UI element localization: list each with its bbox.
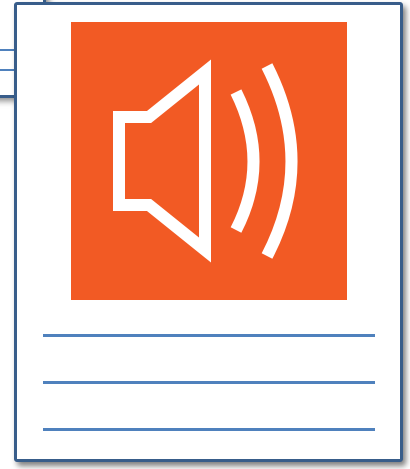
sound-wave-inner-icon — [230, 89, 260, 233]
audio-document-card — [14, 2, 403, 462]
document-text-line — [43, 334, 375, 337]
sound-wave-outer-icon — [261, 63, 298, 259]
document-text-line — [43, 381, 375, 384]
speaker-icon — [113, 59, 211, 263]
audio-icon-tile — [71, 22, 347, 300]
document-text-line — [43, 428, 375, 431]
speaker-volume-icon — [113, 59, 298, 263]
document-stack — [0, 0, 410, 469]
